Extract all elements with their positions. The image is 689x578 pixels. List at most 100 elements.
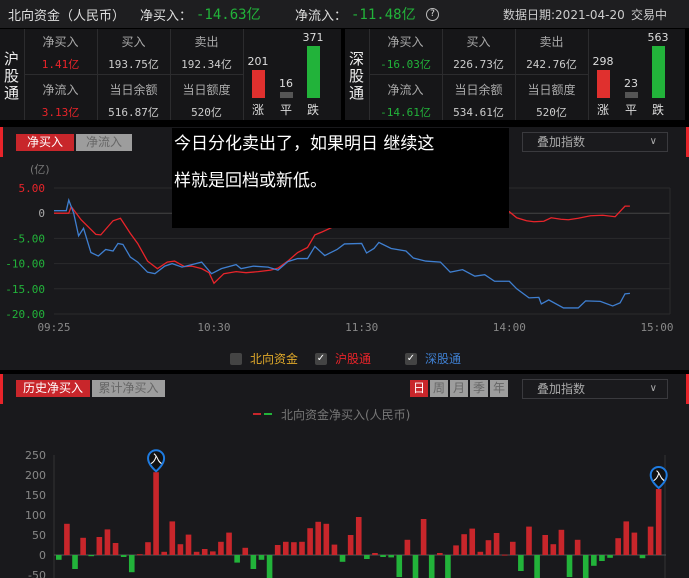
bar[interactable]: [509, 541, 516, 555]
bar[interactable]: [145, 542, 151, 555]
bar[interactable]: [347, 535, 354, 555]
bar[interactable]: [210, 551, 216, 555]
bar[interactable]: [250, 555, 257, 569]
bar[interactable]: [372, 553, 378, 555]
period-button[interactable]: 月: [450, 380, 468, 397]
bar[interactable]: [526, 526, 532, 555]
bar[interactable]: [161, 551, 167, 555]
bar[interactable]: [153, 472, 159, 555]
bar[interactable]: [201, 549, 208, 555]
bar[interactable]: [274, 545, 281, 555]
bar[interactable]: [558, 529, 565, 555]
bar[interactable]: [72, 555, 78, 569]
net-buy-label: 净买入: [42, 35, 79, 49]
bar[interactable]: [128, 555, 135, 573]
help-icon[interactable]: ?: [426, 7, 439, 21]
period-button[interactable]: 年: [490, 380, 508, 397]
bar[interactable]: [404, 539, 411, 555]
checkbox-icon[interactable]: [230, 352, 242, 365]
bar[interactable]: [380, 555, 386, 557]
bar[interactable]: [542, 535, 549, 555]
bar[interactable]: [218, 541, 224, 555]
bar[interactable]: [550, 544, 557, 555]
bar[interactable]: [88, 555, 95, 557]
bar[interactable]: [315, 521, 322, 555]
breadth-label-flat: 平: [624, 103, 637, 117]
bar[interactable]: [177, 544, 184, 555]
bar[interactable]: [639, 555, 646, 559]
bar[interactable]: [323, 523, 330, 555]
bar[interactable]: [607, 555, 613, 558]
legend-item[interactable]: ✓ 沪股通: [315, 350, 371, 367]
bar[interactable]: [291, 542, 297, 555]
bar[interactable]: [80, 537, 86, 555]
bar[interactable]: [615, 538, 621, 555]
tab-cumulative-net-buy[interactable]: 累计净买入: [92, 380, 165, 397]
stat-buy: 买入 193.75亿: [97, 33, 170, 72]
bar[interactable]: [396, 555, 403, 577]
bar[interactable]: [96, 537, 103, 555]
period-button[interactable]: 日: [410, 380, 428, 397]
buy-marker-icon[interactable]: 入: [147, 449, 166, 473]
bar[interactable]: [501, 554, 508, 556]
legend-item[interactable]: 北向资金: [230, 350, 298, 367]
period-button[interactable]: 季: [470, 380, 488, 397]
bar[interactable]: [388, 555, 394, 558]
bar[interactable]: [234, 555, 240, 563]
bar[interactable]: [623, 521, 630, 555]
bar[interactable]: [461, 534, 467, 555]
checkbox-icon[interactable]: ✓: [405, 352, 417, 365]
bar[interactable]: [120, 555, 127, 557]
bar[interactable]: [104, 529, 111, 555]
net-inflow-label: 净流入：: [295, 8, 348, 24]
bar[interactable]: [582, 555, 589, 578]
buy-marker-icon[interactable]: 入: [649, 466, 668, 490]
bar[interactable]: [112, 543, 119, 555]
bar[interactable]: [331, 544, 338, 555]
bar[interactable]: [428, 555, 435, 578]
bar[interactable]: [282, 541, 289, 555]
bar[interactable]: [307, 528, 313, 555]
bar[interactable]: [647, 526, 654, 555]
bar[interactable]: [137, 554, 143, 556]
bar[interactable]: [477, 551, 484, 555]
bar[interactable]: [258, 555, 265, 560]
bar[interactable]: [339, 555, 346, 562]
bar[interactable]: [169, 521, 176, 555]
bar[interactable]: [364, 555, 370, 559]
bar[interactable]: [566, 555, 573, 577]
bar[interactable]: [591, 555, 597, 566]
period-button[interactable]: 周: [430, 380, 448, 397]
bar[interactable]: [64, 523, 70, 555]
bar[interactable]: [493, 533, 500, 555]
bar[interactable]: [420, 519, 427, 555]
checkbox-icon[interactable]: ✓: [315, 352, 327, 365]
bar[interactable]: [412, 555, 419, 578]
bar[interactable]: [266, 555, 273, 578]
legend-label: 北向资金: [250, 352, 299, 366]
bar[interactable]: [226, 532, 232, 555]
stat-net-buy: 净买入 -16.03亿: [369, 33, 442, 72]
bar[interactable]: [56, 555, 62, 560]
bar[interactable]: [193, 551, 200, 555]
bar[interactable]: [599, 555, 605, 561]
tab-history-net-buy[interactable]: 历史净买入: [16, 380, 90, 397]
breadth-bar-flat: [280, 92, 293, 98]
quota-value: 520亿: [536, 106, 567, 119]
bar[interactable]: [355, 517, 362, 555]
bar[interactable]: [445, 555, 451, 578]
bar[interactable]: [518, 555, 524, 571]
bar[interactable]: [574, 539, 581, 555]
bar[interactable]: [453, 545, 459, 555]
bar[interactable]: [299, 541, 305, 555]
bar[interactable]: [437, 553, 443, 555]
bar[interactable]: [185, 534, 192, 555]
bar[interactable]: [485, 540, 492, 555]
legend-item[interactable]: ✓ 深股通: [405, 350, 461, 367]
bar[interactable]: [534, 555, 540, 578]
bar[interactable]: [631, 532, 638, 555]
bar[interactable]: [242, 547, 249, 555]
bar[interactable]: [655, 489, 662, 555]
bar[interactable]: [469, 528, 476, 555]
history-overlay-index-dropdown[interactable]: 叠加指数 ∨: [522, 379, 668, 399]
